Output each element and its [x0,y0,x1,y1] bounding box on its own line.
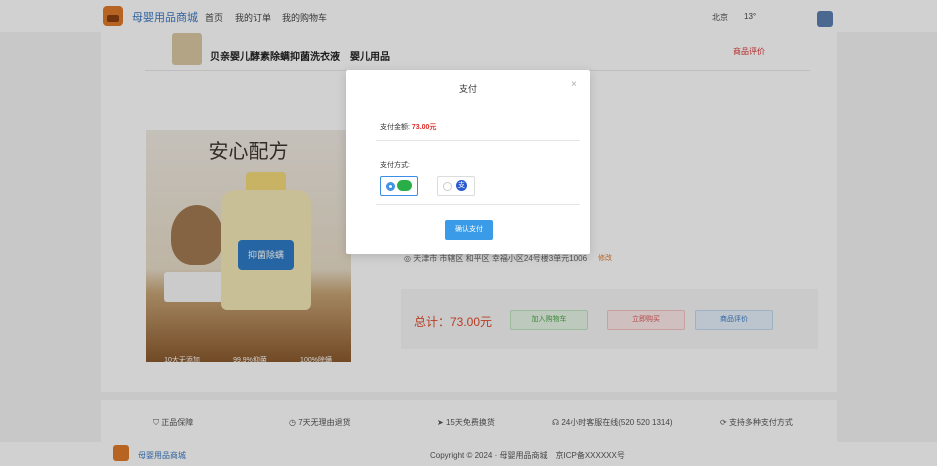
payment-option-alipay[interactable]: 支 [437,176,475,196]
radio-selected[interactable] [386,182,395,191]
confirm-payment-button[interactable]: 确认支付 [445,220,493,240]
wechat-pay-icon [397,180,412,191]
payment-option-wechat[interactable] [380,176,418,196]
payment-amount: 支付金额: 73.00元 [380,122,436,132]
dialog-divider-bottom [376,204,580,205]
radio-unselected[interactable] [443,182,452,191]
dialog-divider [376,140,580,141]
close-icon[interactable]: × [571,79,577,90]
amount-label: 支付金额: [380,124,410,131]
payment-method-label: 支付方式: [380,162,410,169]
alipay-icon: 支 [456,180,467,191]
dialog-title: 支付 [458,84,477,94]
amount-value: 73.00元 [411,124,437,131]
payment-dialog: 支付 × 支付金额: 73.00元 支付方式: 支 确认支付 [346,70,590,254]
